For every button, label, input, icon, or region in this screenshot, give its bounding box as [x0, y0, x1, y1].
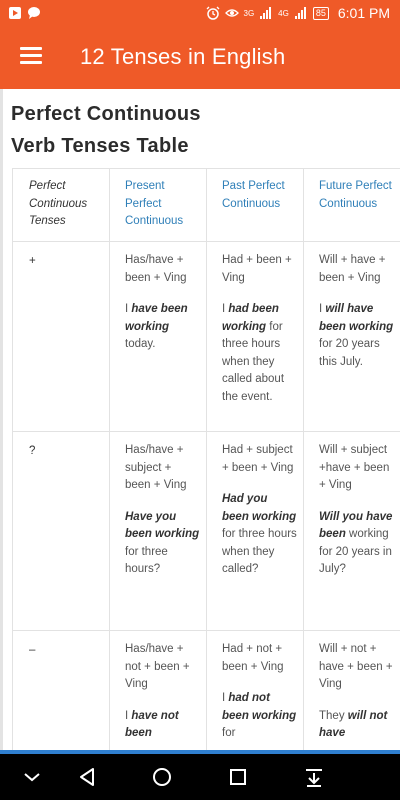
download-icon[interactable] [302, 765, 326, 789]
table-cell: Had + not + been + Ving I had not been w… [206, 630, 304, 751]
table-cell: Had + subject + been + Ving Had you been… [206, 431, 304, 631]
formula-text: Has/have + subject + been + Ving [125, 444, 187, 491]
formula-text: Will + have + been + Ving [319, 254, 386, 284]
table-row: – Has/have + not + been + Ving I have no… [12, 630, 400, 751]
table-cell: Had + been + Ving I had been working for… [206, 241, 304, 432]
column-header: Past Perfect Continuous [206, 168, 304, 242]
column-header: Present Perfect Continuous [109, 168, 207, 242]
formula-text: Had + subject + been + Ving [222, 444, 294, 474]
table-cell: Will + not + have + been + Ving They wil… [303, 630, 400, 751]
content-area[interactable]: Perfect Continuous Verb Tenses Table Per… [0, 89, 400, 751]
example-text: I will have been working for 20 years th… [319, 303, 394, 368]
row-sign: + [12, 241, 110, 432]
table-row: + Has/have + been + Ving I have been wor… [12, 241, 400, 432]
table-header-row: Perfect Continuous Tenses Present Perfec… [12, 168, 400, 242]
collapse-down-icon[interactable] [20, 765, 44, 789]
example-text: Have you been working for three hours? [125, 510, 200, 576]
status-time: 6:01 PM [337, 5, 390, 21]
signal-tag-4g: 4G [278, 8, 289, 18]
row-sign: – [12, 630, 110, 751]
example-text: I have been working today. [125, 303, 188, 350]
app-title: 12 Tenses in English [80, 44, 286, 69]
status-bar: 3G 4G 85 6:01 PM [0, 0, 400, 27]
row-sign: ? [12, 431, 110, 631]
page-title-line-1: Perfect Continuous [11, 103, 201, 125]
back-icon[interactable] [75, 765, 99, 789]
example-text: I had not been working for [222, 692, 297, 739]
chat-icon [28, 7, 40, 19]
formula-text: Had + not + been + Ving [222, 643, 284, 673]
formula-text: Has/have + not + been + Ving [125, 643, 190, 690]
table-row: ? Has/have + subject + been + Ving Have … [12, 431, 400, 631]
notification-icon [9, 7, 21, 19]
page-title-line-2: Verb Tenses Table [11, 135, 189, 157]
tenses-table: Perfect Continuous Tenses Present Perfec… [12, 168, 400, 751]
battery-icon: 85 [312, 6, 329, 20]
alarm-icon [206, 6, 219, 20]
formula-text: Had + been + Ving [222, 254, 292, 284]
signal-icon-2 [294, 7, 306, 19]
signal-icon [260, 7, 272, 19]
example-text: Will you have been working for 20 years … [319, 510, 393, 576]
app-bar: 12 Tenses in English [0, 27, 400, 89]
formula-text: Will + subject +have + been + Ving [319, 444, 390, 491]
table-cell: Has/have + been + Ving I have been worki… [109, 241, 207, 432]
recents-icon[interactable] [226, 765, 250, 789]
table-cell: Has/have + subject + been + Ving Have yo… [109, 431, 207, 631]
signal-tag-3g: 3G [243, 8, 255, 18]
column-header: Perfect Continuous Tenses [12, 168, 110, 242]
hamburger-menu-icon[interactable] [20, 47, 42, 65]
example-text: I have not been [125, 709, 179, 740]
example-text: Had you been working for three hours whe… [222, 493, 297, 575]
table-cell: Will + have + been + Ving I will have be… [303, 241, 400, 432]
left-divider [0, 89, 3, 751]
table-cell: Has/have + not + been + Ving I have not … [109, 630, 207, 751]
column-header: Future Perfect Continuous [303, 168, 400, 242]
table-cell: Will + subject +have + been + Ving Will … [303, 431, 400, 631]
example-text: I had been working for three hours when … [222, 303, 285, 403]
formula-text: Will + not + have + been + Ving [319, 643, 393, 690]
formula-text: Has/have + been + Ving [125, 254, 187, 284]
navigation-bar [0, 754, 400, 800]
page-title: Perfect Continuous Verb Tenses Table [11, 98, 201, 162]
example-text: They will not have [319, 709, 388, 740]
home-icon[interactable] [150, 765, 174, 789]
eye-icon [224, 9, 239, 17]
